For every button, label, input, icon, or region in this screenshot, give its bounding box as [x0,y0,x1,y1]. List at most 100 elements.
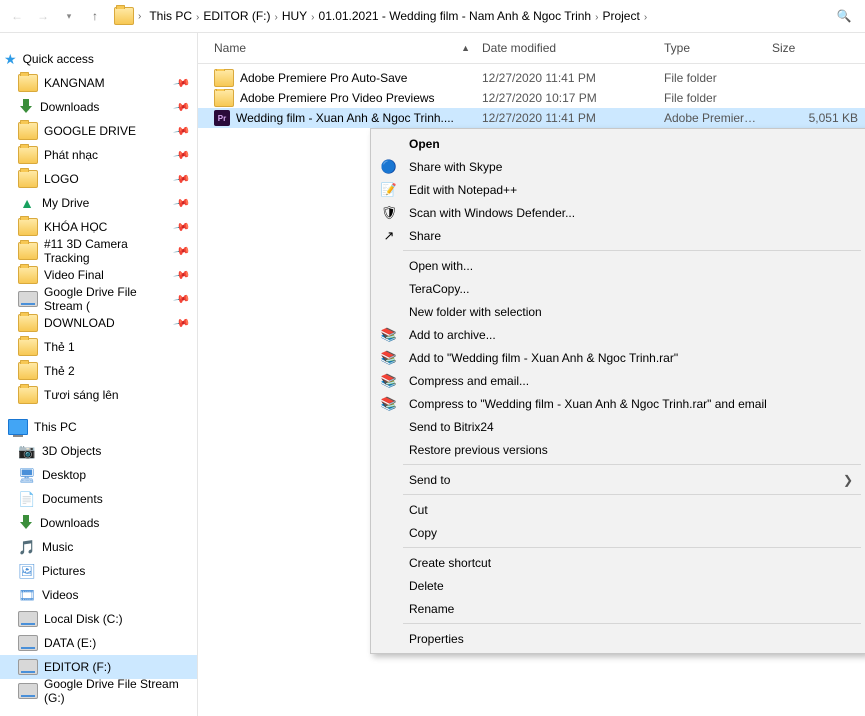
quick-access-group: ★ Quick access KANGNAM📌Downloads📌GOOGLE … [0,47,197,407]
search-icon[interactable]: 🔍 [835,7,853,25]
sidebar-item[interactable]: Google Drive File Stream (G:) [0,679,197,703]
menu-item[interactable]: 📚Compress and email... [373,369,863,392]
sidebar-item[interactable]: KANGNAM📌 [0,71,197,95]
this-pc-header[interactable]: This PC [0,415,197,439]
menu-item[interactable]: Open [373,132,863,155]
file-date: 12/27/2020 10:17 PM [476,91,658,105]
folder-icon [18,74,38,92]
menu-item[interactable]: 📝Edit with Notepad++ [373,178,863,201]
sidebar-item[interactable]: 🖼 Pictures [0,559,197,583]
pin-icon: 📌 [173,146,192,165]
sidebar-item-label: Videos [42,588,78,602]
file-row[interactable]: PrWedding film - Xuan Anh & Ngoc Trinh..… [198,108,865,128]
sidebar-item[interactable]: Thẻ 1 [0,335,197,359]
sidebar-item[interactable]: #11 3D Camera Tracking📌 [0,239,197,263]
sidebar-item[interactable]: Phát nhạc📌 [0,143,197,167]
pin-icon: 📌 [173,266,192,285]
sidebar-item[interactable]: Downloads [0,511,197,535]
menu-item-icon [379,256,399,276]
up-button[interactable]: ↑ [84,5,106,27]
file-date: 12/27/2020 11:41 PM [476,111,658,125]
sidebar-item[interactable]: Thẻ 2 [0,359,197,383]
menu-item[interactable]: Cut [373,498,863,521]
sidebar-item[interactable]: EDITOR (F:) [0,655,197,679]
sidebar-item[interactable]: ▲My Drive📌 [0,191,197,215]
sidebar-item[interactable]: DOWNLOAD📌 [0,311,197,335]
menu-item[interactable]: Open with... [373,254,863,277]
sys-icon: 📄 [18,491,36,507]
sidebar-item[interactable]: Downloads📌 [0,95,197,119]
sidebar-item[interactable]: GOOGLE DRIVE📌 [0,119,197,143]
menu-item-label: Rename [409,602,454,616]
menu-item[interactable]: Send to Bitrix24 [373,415,863,438]
sidebar-item[interactable]: 📷3D Objects [0,439,197,463]
sidebar-item-label: DATA (E:) [44,636,96,650]
file-name: Wedding film - Xuan Anh & Ngoc Trinh.... [236,111,454,125]
menu-item[interactable]: New folder with selection [373,300,863,323]
back-button[interactable]: ← [6,5,28,27]
sidebar-item-label: Pictures [42,564,85,578]
sidebar-item[interactable]: Local Disk (C:) [0,607,197,631]
sidebar-item[interactable]: Video Final📌 [0,263,197,287]
menu-item[interactable]: 📚Compress to "Wedding film - Xuan Anh & … [373,392,863,415]
file-row[interactable]: Adobe Premiere Pro Auto-Save12/27/2020 1… [198,68,865,88]
menu-item[interactable]: Rename [373,597,863,620]
menu-item[interactable]: 🛡Scan with Windows Defender... [373,201,863,224]
column-type[interactable]: Type [658,41,766,55]
sidebar-item[interactable]: 🎵Music [0,535,197,559]
forward-button[interactable]: → [32,5,54,27]
sidebar-item-label: Local Disk (C:) [44,612,123,626]
crumb[interactable]: HUY [278,7,311,25]
column-date[interactable]: Date modified [476,41,658,55]
sys-icon: 🖼 [18,563,36,579]
menu-item[interactable]: Create shortcut [373,551,863,574]
menu-item[interactable]: Restore previous versions [373,438,863,461]
sidebar-item-label: GOOGLE DRIVE [44,124,136,138]
menu-item[interactable]: TeraCopy... [373,277,863,300]
sidebar-item-label: Google Drive File Stream ( [44,285,169,313]
file-size: 5,051 KB [766,111,864,125]
menu-item[interactable]: 🔵Share with Skype [373,155,863,178]
sidebar-item[interactable]: 📄Documents [0,487,197,511]
file-type: File folder [658,71,766,85]
recent-dropdown[interactable]: ▾ [58,5,80,27]
sidebar-item[interactable]: DATA (E:) [0,631,197,655]
column-name[interactable]: Name ▲ [208,41,476,55]
sidebar-item[interactable]: LOGO 📌 [0,167,197,191]
menu-item-label: Open with... [409,259,473,273]
sidebar-item-label: KANGNAM [44,76,105,90]
pin-icon: 📌 [173,170,192,189]
menu-item[interactable]: ↗Share [373,224,863,247]
sidebar-item[interactable]: 🎞Videos [0,583,197,607]
crumb[interactable]: This PC [145,7,196,25]
folder-icon [18,218,38,236]
sidebar-item[interactable]: KHÓA HỌC📌 [0,215,197,239]
file-date: 12/27/2020 11:41 PM [476,71,658,85]
menu-separator [403,547,861,548]
sidebar-item[interactable]: 🖥Desktop [0,463,197,487]
menu-item-label: Open [409,137,440,151]
chevron-right-icon[interactable]: › [311,12,314,23]
column-headers: Name ▲ Date modified Type Size [198,33,865,64]
menu-item[interactable]: 📚Add to "Wedding film - Xuan Anh & Ngoc … [373,346,863,369]
file-row[interactable]: Adobe Premiere Pro Video Previews12/27/2… [198,88,865,108]
menu-item-icon [379,279,399,299]
sidebar-item-label: Downloads [40,516,99,530]
sidebar-item[interactable]: Google Drive File Stream (📌 [0,287,197,311]
menu-item[interactable]: Send to❯ [373,468,863,491]
sidebar-item-label: LOGO [44,172,79,186]
sidebar-item[interactable]: Tươi sáng lên [0,383,197,407]
crumb[interactable]: EDITOR (F:) [199,7,274,25]
menu-item[interactable]: Properties [373,627,863,650]
menu-item[interactable]: Copy [373,521,863,544]
breadcrumb[interactable]: › This PC›EDITOR (F:)›HUY›01.01.2021 - W… [110,4,831,28]
column-size[interactable]: Size [766,41,864,55]
menu-item-label: New folder with selection [409,305,542,319]
menu-item[interactable]: 📚Add to archive... [373,323,863,346]
menu-item[interactable]: Delete [373,574,863,597]
chevron-right-icon[interactable]: › [644,12,647,23]
quick-access-header[interactable]: ★ Quick access [0,47,197,71]
crumb[interactable]: 01.01.2021 - Wedding film - Nam Anh & Ng… [315,7,596,25]
crumb[interactable]: Project [598,7,643,25]
folder-icon [18,122,38,140]
